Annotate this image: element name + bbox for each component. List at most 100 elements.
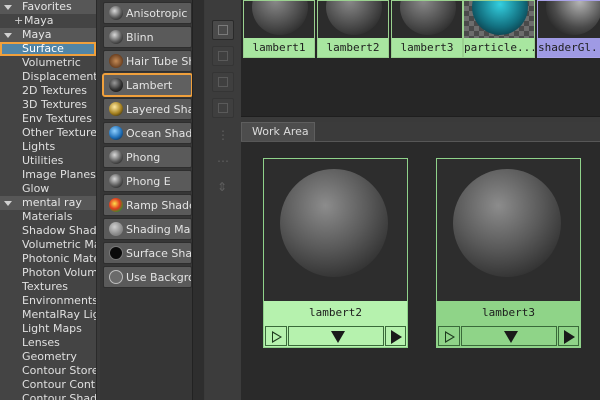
tree-item-2d-textures[interactable]: 2D Textures <box>0 84 96 98</box>
tree-item-lights[interactable]: Lights <box>0 140 96 154</box>
tree-item-image-planes[interactable]: Image Planes <box>0 168 96 182</box>
shader-button-phong-e[interactable]: Phong E <box>103 170 192 192</box>
material-swatch-strip: lambert1 lambert2 lambert3 particle... s… <box>241 0 600 116</box>
hypershade-toolbar: ⋮ ⋯ ⇕ <box>205 0 241 400</box>
node-port-bar <box>437 325 580 347</box>
tree-item-textures[interactable]: Textures <box>0 280 96 294</box>
tree-item-favorites-maya[interactable]: + Maya <box>0 14 96 28</box>
square-icon <box>218 103 228 113</box>
collapse-triangle-icon[interactable] <box>4 33 12 38</box>
tree-item-materials[interactable]: Materials <box>0 210 96 224</box>
toolbar-button-input-connections[interactable] <box>212 98 234 118</box>
expand-plus-icon[interactable]: + <box>14 14 23 28</box>
toolbar-button-graph[interactable] <box>212 20 234 40</box>
tree-header-maya[interactable]: Maya <box>0 28 96 42</box>
tree-item-contour-shader[interactable]: Contour Shade... <box>0 392 96 400</box>
tree-item-volumetric-materials[interactable]: Volumetric Ma... <box>0 238 96 252</box>
tree-header-mental-ray[interactable]: mental ray <box>0 196 96 210</box>
toolbar-button-rearrange[interactable] <box>212 72 234 92</box>
tree-item-environments[interactable]: Environments <box>0 294 96 308</box>
shader-button-phong[interactable]: Phong <box>103 146 192 168</box>
sphere-icon <box>109 30 123 44</box>
output-port[interactable] <box>558 326 579 346</box>
tree-item-geometry[interactable]: Geometry <box>0 350 96 364</box>
expand-down-icon <box>331 331 345 343</box>
tree-item-surface[interactable]: Surface <box>0 42 96 56</box>
tree-item-contour-store[interactable]: Contour Store <box>0 364 96 378</box>
material-preview-sphere <box>252 1 308 35</box>
material-preview-sphere <box>546 1 600 35</box>
shader-button-blinn[interactable]: Blinn <box>103 26 192 48</box>
shader-type-list: Anisotropic Blinn Hair Tube Sha Lambert … <box>100 0 192 400</box>
shader-button-shading-map[interactable]: Shading Map <box>103 218 192 240</box>
tree-item-utilities[interactable]: Utilities <box>0 154 96 168</box>
tree-item-volumetric[interactable]: Volumetric <box>0 56 96 70</box>
node-lambert3[interactable]: lambert3 <box>436 158 581 348</box>
swatch-shader-glow[interactable]: shaderGl... <box>537 0 600 58</box>
shader-button-ocean[interactable]: Ocean Shader <box>103 122 192 144</box>
tree-item-photon-volumetric[interactable]: Photon Volum... <box>0 266 96 280</box>
material-preview-sphere <box>400 1 456 35</box>
sphere-icon <box>109 78 123 92</box>
shader-button-surface-shader[interactable]: Surface Shade <box>103 242 192 264</box>
panel-splitter[interactable] <box>192 0 205 400</box>
toolbar-button-clear[interactable] <box>212 46 234 66</box>
input-arrow-icon <box>272 331 282 343</box>
tree-item-lenses[interactable]: Lenses <box>0 336 96 350</box>
tree-item-shadow-shaders[interactable]: Shadow Shad... <box>0 224 96 238</box>
shader-button-lambert[interactable]: Lambert <box>102 73 192 97</box>
material-preview-sphere <box>280 169 388 277</box>
tree-item-mentalray-lights[interactable]: MentalRay Lig... <box>0 308 96 322</box>
material-preview-sphere <box>453 169 561 277</box>
shader-button-hair-tube[interactable]: Hair Tube Sha <box>103 50 192 72</box>
tree-item-photonic-materials[interactable]: Photonic Mate... <box>0 252 96 266</box>
tree-item-3d-textures[interactable]: 3D Textures <box>0 98 96 112</box>
hair-tube-icon <box>109 54 123 68</box>
node-expand-toggle[interactable] <box>461 326 557 346</box>
swatch-particle[interactable]: particle... <box>463 0 535 58</box>
sphere-icon <box>109 174 123 188</box>
output-port[interactable] <box>385 326 406 346</box>
square-icon <box>218 51 228 61</box>
work-area-tab-bar: Work Area <box>241 122 600 141</box>
tree-item-displacement[interactable]: Displacement <box>0 70 96 84</box>
output-arrow-icon <box>391 330 402 344</box>
input-arrow-icon <box>445 331 455 343</box>
input-port[interactable] <box>438 326 460 346</box>
tree-item-glow[interactable]: Glow <box>0 182 96 196</box>
input-port[interactable] <box>265 326 287 346</box>
shader-button-anisotropic[interactable]: Anisotropic <box>103 2 192 24</box>
ocean-shader-icon <box>109 126 123 140</box>
tree-item-contour-contrast[interactable]: Contour Cont... <box>0 378 96 392</box>
shader-button-ramp[interactable]: Ramp Shader <box>103 194 192 216</box>
node-type-tree: Favorites + Maya Maya Surface Volumetric… <box>0 0 96 400</box>
tab-work-area[interactable]: Work Area <box>241 122 315 141</box>
swatch-lambert3[interactable]: lambert3 <box>391 0 463 58</box>
material-preview-sphere <box>326 1 382 35</box>
ramp-shader-icon <box>109 198 123 212</box>
swatch-lambert2[interactable]: lambert2 <box>317 0 389 58</box>
shader-button-use-background[interactable]: Use Backgroun <box>103 266 192 288</box>
collapse-triangle-icon[interactable] <box>4 5 12 10</box>
sphere-icon <box>109 150 123 164</box>
layered-shader-icon <box>109 102 123 116</box>
output-arrow-icon <box>564 330 575 344</box>
shading-map-icon <box>109 222 123 236</box>
node-expand-toggle[interactable] <box>288 326 384 346</box>
work-area-canvas[interactable]: lambert2 lambert3 <box>241 141 600 400</box>
expand-icon[interactable]: ⇕ <box>217 180 227 194</box>
output-connections-icon[interactable]: ⋮ <box>217 128 229 142</box>
tree-header-favorites[interactable]: Favorites <box>0 0 96 14</box>
shader-button-layered[interactable]: Layered Shade <box>103 98 192 120</box>
input-output-icon[interactable]: ⋯ <box>217 154 229 168</box>
tree-item-other-textures[interactable]: Other Textures <box>0 126 96 140</box>
surface-shader-icon <box>109 246 123 260</box>
square-icon <box>218 77 228 87</box>
swatch-lambert1[interactable]: lambert1 <box>243 0 315 58</box>
use-background-icon <box>109 270 123 284</box>
tree-item-light-maps[interactable]: Light Maps <box>0 322 96 336</box>
sphere-icon <box>109 6 123 20</box>
collapse-triangle-icon[interactable] <box>4 201 12 206</box>
node-lambert2[interactable]: lambert2 <box>263 158 408 348</box>
tree-item-env-textures[interactable]: Env Textures <box>0 112 96 126</box>
